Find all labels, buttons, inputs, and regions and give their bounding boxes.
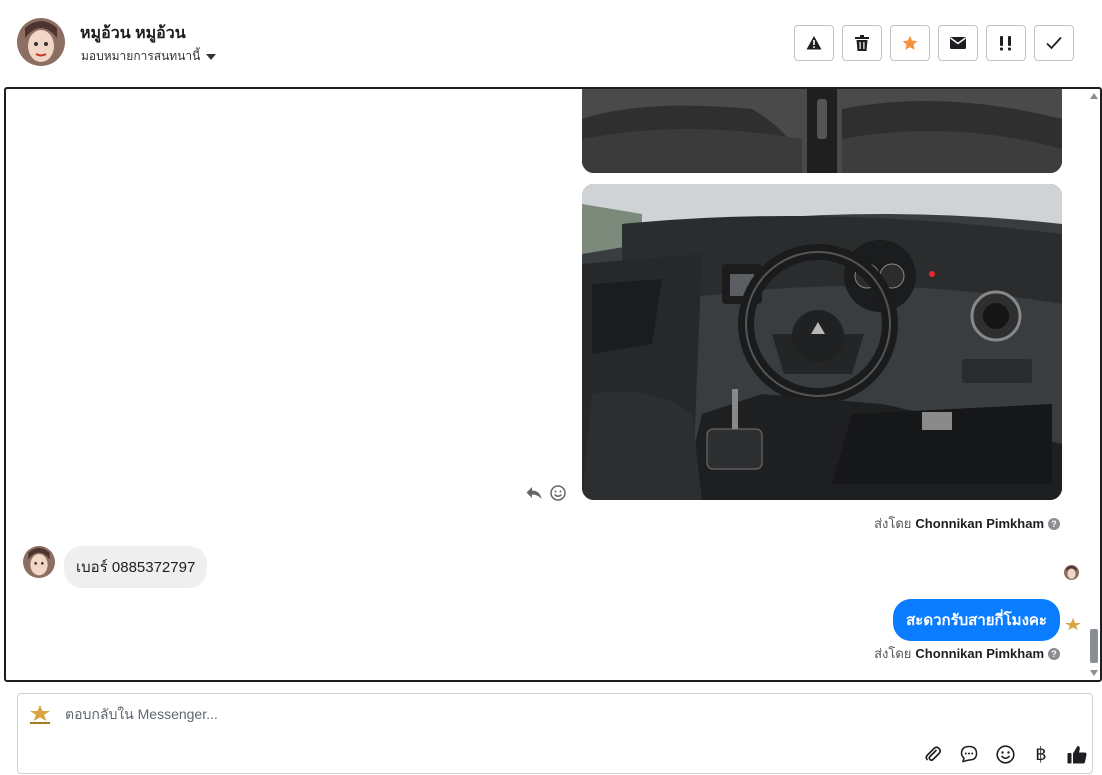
sent-by-name: Chonnikan Pimkham [915,516,1044,531]
car-interior-photo[interactable] [582,184,1062,500]
spam-button[interactable] [794,25,834,61]
conversation-scrollbar[interactable] [1088,89,1100,680]
sent-by-info-2: ส่งโดย Chonnikan Pimkham ? [874,643,1060,664]
incoming-message-bubble[interactable]: เบอร์ 0885372797 [64,546,208,588]
page-logo-icon [1065,618,1081,630]
page-logo-icon [30,705,50,724]
baht-icon: ฿ [1035,743,1047,764]
composer-tools: ฿ [922,743,1088,765]
trash-icon [855,35,869,51]
delete-button[interactable] [842,25,882,61]
reply-composer: ฿ [17,693,1093,774]
sent-by-info: ส่งโดย Chonnikan Pimkham ? [874,513,1060,534]
reply-input[interactable] [65,706,865,722]
sent-by-prefix: ส่งโดย [874,516,912,531]
speech-bubble-icon [960,745,978,763]
follow-up-button[interactable] [986,25,1026,61]
reply-icon[interactable] [526,486,542,500]
warning-icon [806,36,822,50]
paperclip-icon [925,746,942,762]
message-actions [526,485,566,501]
outgoing-message-bubble[interactable]: สะดวกรับสายกี่โมงคะ [893,599,1060,641]
assign-label: มอบหมายการสนทนานี้ [81,49,201,63]
emoji-button[interactable] [994,743,1016,765]
done-button[interactable] [1034,25,1074,61]
scroll-thumb[interactable] [1090,629,1098,663]
star-button[interactable] [890,25,930,61]
like-button[interactable] [1066,743,1088,765]
car-seats-photo[interactable] [582,89,1062,173]
contact-avatar[interactable] [17,18,65,66]
emoji-reaction-icon[interactable] [550,485,566,501]
sender-avatar[interactable] [23,546,55,578]
attach-button[interactable] [922,743,944,765]
saved-replies-button[interactable] [958,743,980,765]
thumbs-up-icon [1067,745,1087,763]
star-icon [902,35,918,50]
caret-down-icon [206,53,217,60]
help-icon[interactable]: ? [1048,647,1060,660]
help-icon[interactable]: ? [1048,517,1060,530]
sent-by-prefix: ส่งโดย [874,646,912,661]
sent-by-name: Chonnikan Pimkham [915,646,1044,661]
scroll-up-arrow[interactable] [1090,93,1098,99]
scroll-down-arrow[interactable] [1090,670,1098,676]
contact-name: หมูอ้วน หมูอ้วน [80,25,186,42]
smiley-icon [995,744,1015,764]
exclamation-icon [1000,36,1011,51]
conversation-panel[interactable]: ส่งโดย Chonnikan Pimkham ? เบอร์ 0885372… [4,87,1102,682]
check-icon [1046,36,1062,50]
envelope-icon [950,37,966,49]
assign-conversation-dropdown[interactable]: มอบหมายการสนทนานี้ [81,47,217,66]
mark-unread-button[interactable] [938,25,978,61]
conversation-header: หมูอ้วน หมูอ้วน มอบหมายการสนทนานี้ [0,0,1102,86]
payment-button[interactable]: ฿ [1030,743,1052,765]
read-receipt-avatar [1064,565,1079,580]
